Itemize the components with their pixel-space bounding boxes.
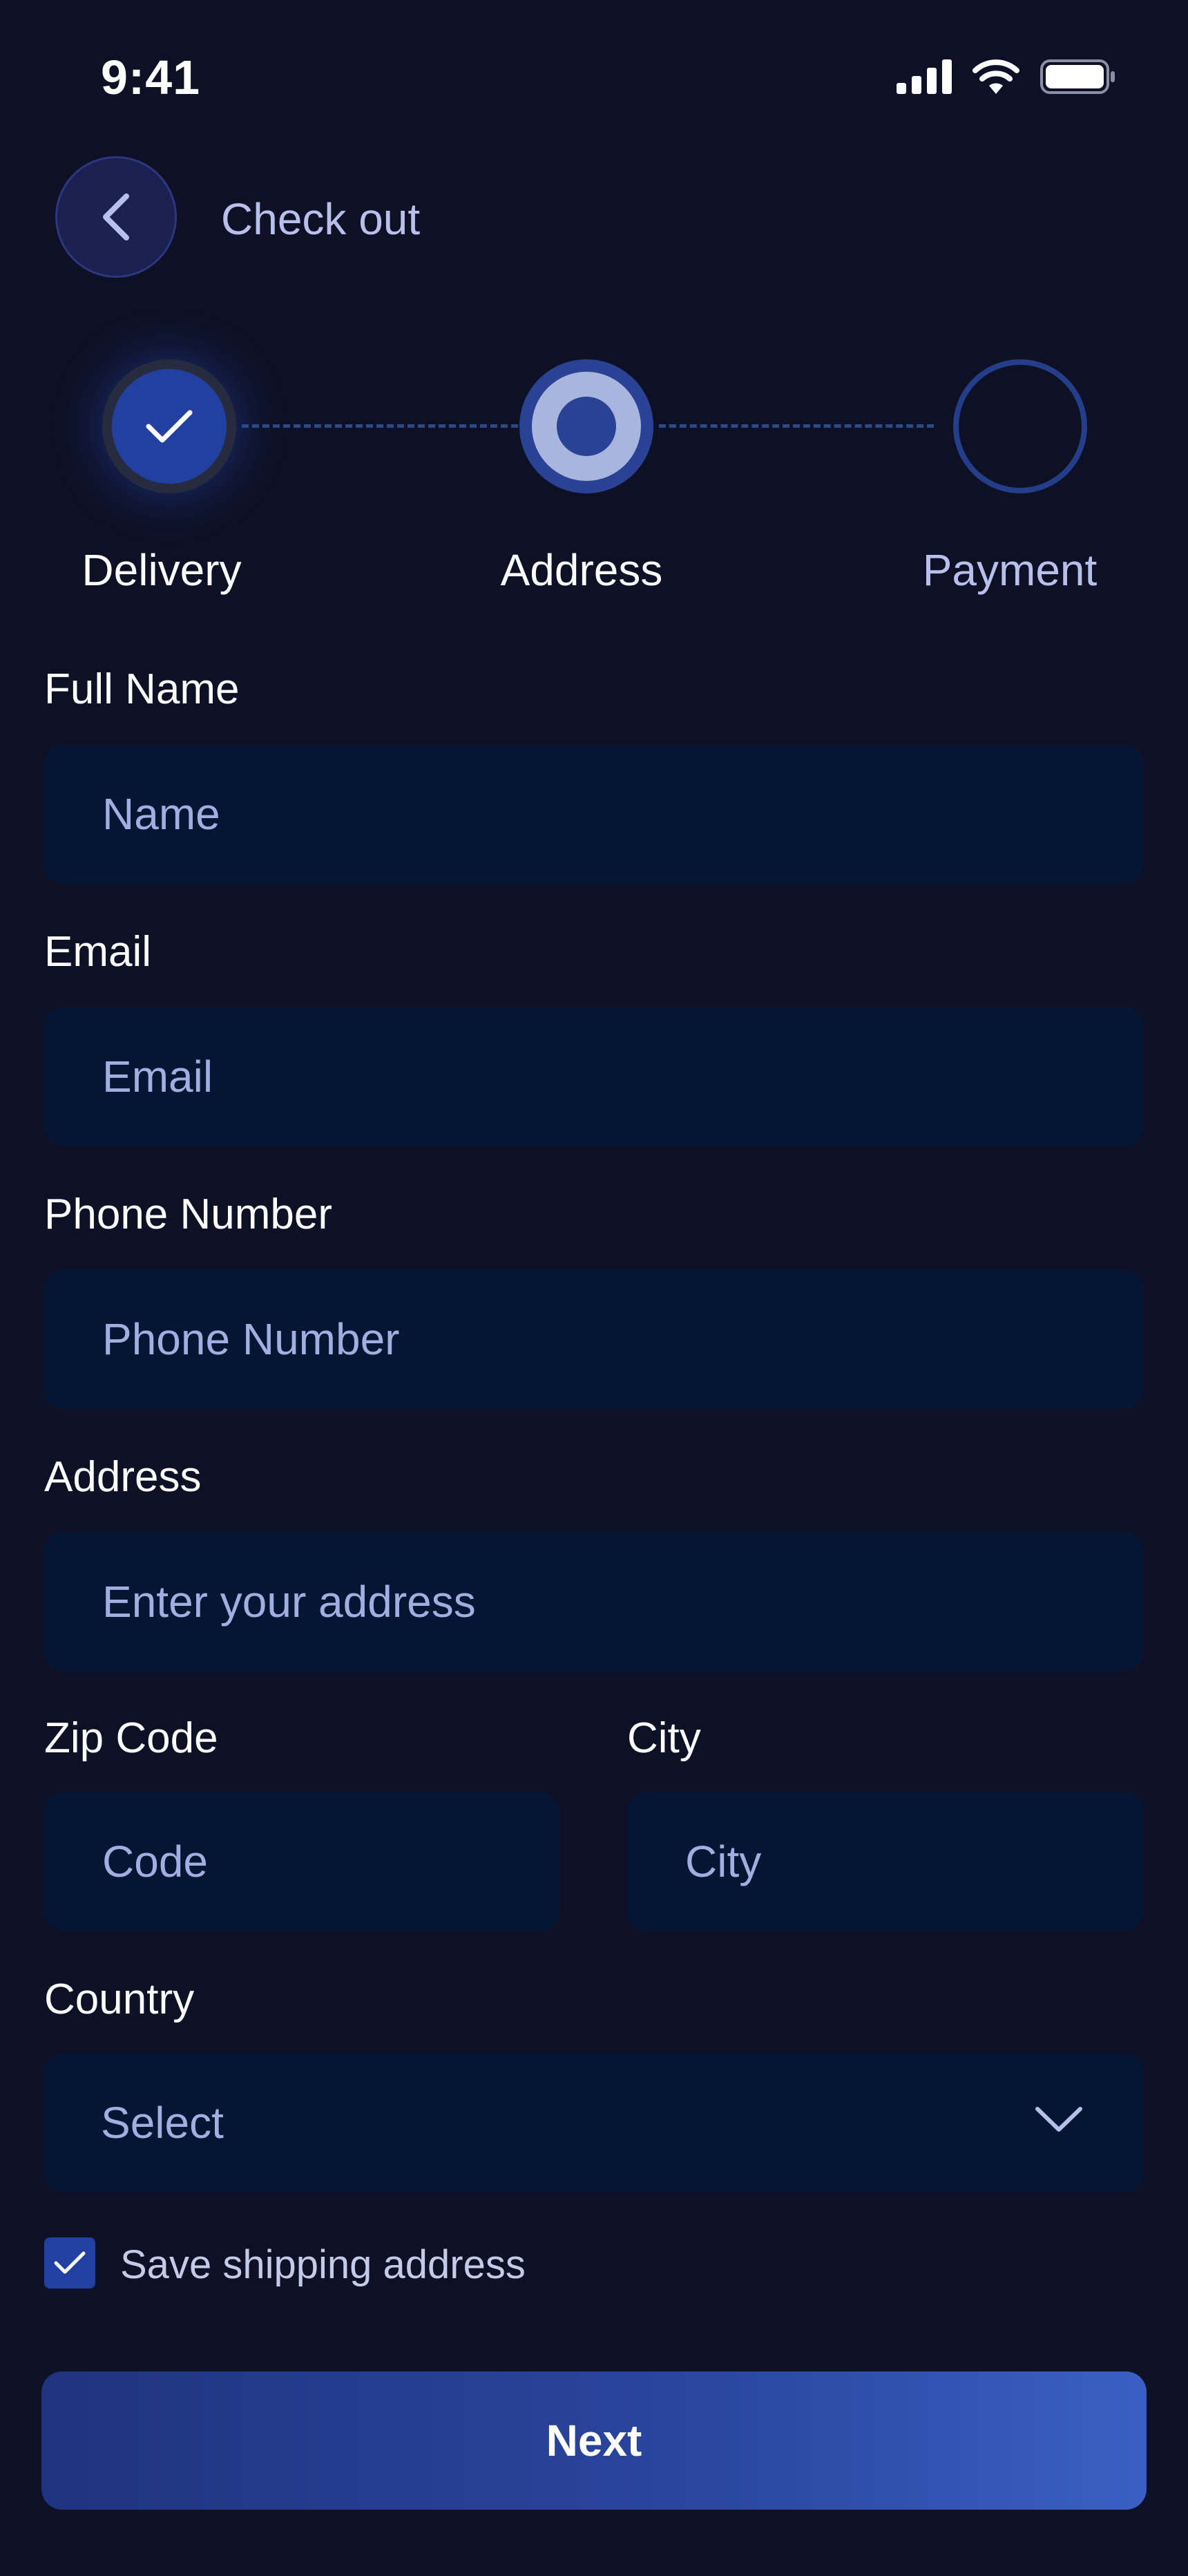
check-icon <box>146 410 193 443</box>
status-time: 9:41 <box>101 50 201 104</box>
address-field[interactable] <box>44 1533 1144 1671</box>
email-label: Email <box>44 928 152 976</box>
step-connector <box>242 424 518 428</box>
page-title: Check out <box>221 194 421 244</box>
step-address-indicator[interactable] <box>519 359 653 493</box>
back-button[interactable] <box>55 156 177 278</box>
step-active-dot <box>557 397 616 456</box>
city-field[interactable] <box>627 1792 1144 1931</box>
city-label: City <box>627 1714 701 1762</box>
phone-label: Phone Number <box>44 1191 333 1238</box>
full-name-label: Full Name <box>44 665 240 713</box>
step-label-delivery: Delivery <box>82 545 242 595</box>
zip-input[interactable] <box>101 1835 559 1888</box>
step-delivery-indicator[interactable] <box>102 359 236 493</box>
country-select[interactable]: Select <box>44 2054 1144 2192</box>
step-active-ring <box>532 372 641 481</box>
zip-label: Zip Code <box>44 1714 218 1762</box>
full-name-field[interactable] <box>44 745 1144 883</box>
cellular-signal-icon <box>897 59 952 94</box>
chevron-left-icon <box>103 193 129 240</box>
chevron-down-icon <box>1035 2107 1082 2132</box>
next-button[interactable]: Next <box>41 2371 1147 2510</box>
save-address-label[interactable]: Save shipping address <box>120 2242 526 2288</box>
full-name-input[interactable] <box>101 788 1144 840</box>
wifi-icon <box>973 59 1019 94</box>
country-selected-value: Select <box>101 2098 224 2148</box>
phone-input[interactable] <box>101 1313 1144 1365</box>
email-field[interactable] <box>44 1007 1144 1146</box>
step-payment-indicator[interactable] <box>953 359 1087 493</box>
zip-field[interactable] <box>44 1792 559 1931</box>
status-icons <box>897 59 1116 94</box>
address-input[interactable] <box>101 1575 1144 1628</box>
step-label-payment: Payment <box>922 545 1098 595</box>
address-label: Address <box>44 1453 202 1501</box>
phone-field[interactable] <box>44 1270 1144 1408</box>
check-icon <box>54 2251 86 2274</box>
save-address-checkbox[interactable] <box>44 2237 95 2289</box>
email-input[interactable] <box>101 1050 1144 1103</box>
step-connector <box>659 424 934 428</box>
city-input[interactable] <box>684 1835 1144 1888</box>
battery-icon <box>1040 59 1115 94</box>
step-label-address: Address <box>500 545 663 595</box>
country-label: Country <box>44 1976 195 2023</box>
